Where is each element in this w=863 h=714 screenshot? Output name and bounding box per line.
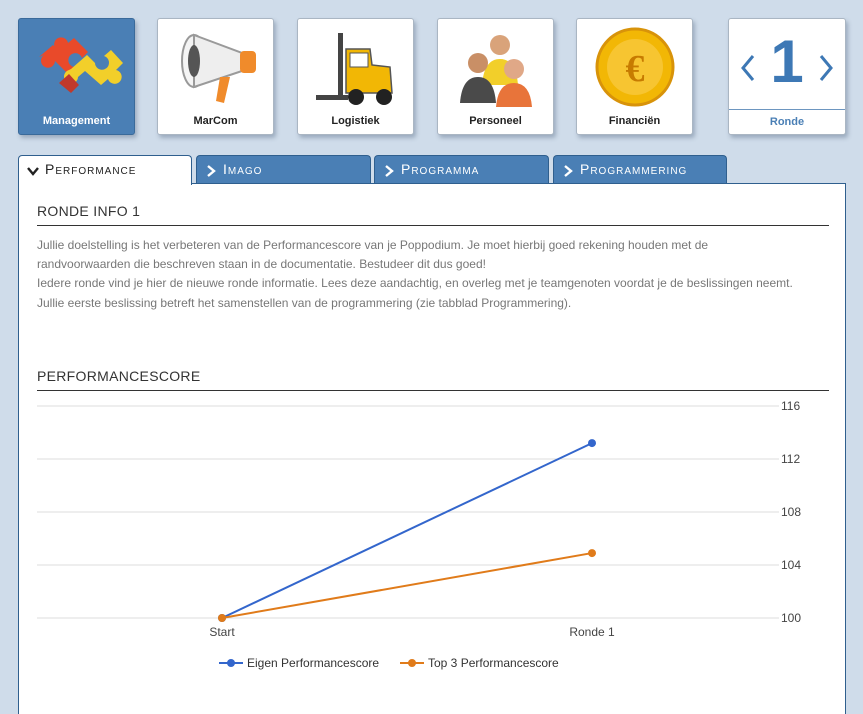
management-label: Management [42,115,111,127]
chart-title: PERFORMANCESCORE [37,368,829,391]
performance-chart: 100 104 108 112 116 Start Ronde 1 Eigen Perform… [19,389,845,689]
tab-programmering-label: Programmering [580,161,688,177]
y-tick-label: 104 [781,558,801,572]
tab-programmering[interactable]: Programmering [553,155,727,184]
chevron-right-icon [564,164,573,177]
content-panel: RONDE INFO 1 Jullie doelstelling is het … [18,183,846,714]
financien-label: Financiën [608,115,661,127]
info-line: randvoorwaarden die beschreven staan in … [37,257,486,272]
forklift-icon [316,33,393,105]
info-line: Jullie eerste beslissing betreft het sam… [37,295,572,310]
round-number: 1 [770,28,804,95]
financien-tile[interactable]: € Financiën [576,18,693,135]
round-label: Ronde [769,116,805,128]
data-point [588,549,596,558]
series-line [221,552,593,619]
round-divider [729,109,845,110]
chevron-down-icon [27,167,39,176]
marcom-tile[interactable]: MarCom [157,18,274,135]
info-title: RONDE INFO 1 [37,203,829,226]
x-tick-label: Ronde 1 [569,625,615,639]
data-point [588,439,596,448]
management-tile[interactable]: Management [18,18,135,135]
chevron-right-icon [385,164,394,177]
tab-programma-label: Programma [401,161,480,177]
series-line [221,442,593,619]
y-tick-label: 116 [781,399,800,413]
logistiek-label: Logistiek [331,115,380,127]
round-selector: 1 Ronde [728,18,846,135]
chevron-right-icon [207,164,216,177]
tab-imago-label: Imago [223,161,263,177]
legend-label: Top 3 Performancescore [428,656,559,670]
info-text: Jullie doelstelling is het verbeteren va… [37,236,837,313]
tab-performance[interactable]: Performance [18,155,192,185]
legend-swatch-dot [408,659,416,667]
chart-svg: 100 104 108 112 116 Start Ronde 1 Eigen Perform… [37,399,801,670]
legend-label: Eigen Performancescore [247,656,379,670]
tab-programma[interactable]: Programma [374,155,549,184]
marcom-label: MarCom [193,115,238,127]
legend-swatch-dot [227,659,235,667]
puzzle-icon [39,37,123,93]
data-point [218,614,226,622]
chevron-left-icon[interactable] [739,53,757,83]
logistiek-tile[interactable]: Logistiek [297,18,414,135]
personeel-label: Personeel [469,115,522,127]
euro-coin-icon: € [595,27,675,107]
y-tick-label: 108 [781,505,801,519]
tab-imago[interactable]: Imago [196,155,371,184]
info-line: Iedere ronde vind je hier de nieuwe rond… [37,276,793,291]
x-tick-label: Start [209,625,235,639]
personeel-tile[interactable]: Personeel [437,18,554,135]
chevron-right-icon[interactable] [817,53,835,83]
megaphone-icon [181,33,256,103]
y-tick-label: 112 [781,452,800,466]
y-tick-label: 100 [781,611,801,625]
info-line: Jullie doelstelling is het verbeteren va… [37,238,709,252]
tab-performance-label: Performance [45,161,137,177]
svg-text:€: € [626,48,645,90]
people-icon [460,35,532,107]
